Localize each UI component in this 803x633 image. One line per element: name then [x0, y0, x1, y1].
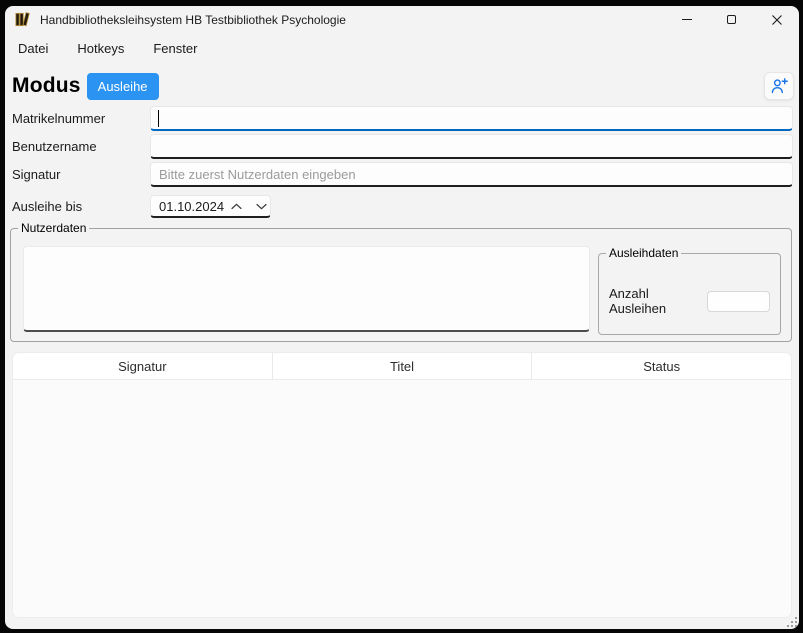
nutzerdaten-groupbox: Nutzerdaten Ausleihdaten Anzahl Ausleihe… [10, 228, 792, 342]
anzahl-ausleihen-input[interactable] [707, 291, 770, 312]
table-header: Signatur Titel Status [13, 353, 791, 380]
book-stack-icon [14, 11, 31, 28]
chevron-down-icon [256, 203, 267, 210]
form-row-matrikelnummer: Matrikelnummer [12, 106, 793, 131]
ausleihdaten-legend: Ausleihdaten [606, 246, 681, 261]
person-add-icon [769, 77, 789, 95]
loans-table: Signatur Titel Status [12, 352, 792, 618]
maximize-icon [727, 15, 736, 24]
date-spinner[interactable]: 01.10.2024 [150, 195, 271, 218]
signatur-label: Signatur [12, 167, 150, 182]
nutzerdaten-legend: Nutzerdaten [18, 221, 89, 236]
ausleihdaten-groupbox: Ausleihdaten Anzahl Ausleihen [598, 253, 781, 335]
mode-button-ausleihe[interactable]: Ausleihe [87, 73, 159, 100]
spin-down-button[interactable] [249, 197, 274, 216]
maximize-button[interactable] [709, 6, 754, 33]
window-title: Handbibliotheksleihsystem HB Testbibliot… [40, 13, 346, 27]
menu-item-hotkeys[interactable]: Hotkeys [77, 41, 124, 56]
app-icon [14, 11, 31, 28]
mode-row: Modus Ausleihe [12, 70, 794, 102]
app-window: Handbibliotheksleihsystem HB Testbibliot… [5, 6, 799, 629]
close-button[interactable] [754, 6, 799, 33]
window-controls [664, 6, 799, 33]
matrikelnummer-label: Matrikelnummer [12, 111, 150, 126]
minimize-icon [682, 19, 692, 20]
ausleihe-bis-label: Ausleihe bis [12, 199, 150, 214]
matrikelnummer-field [150, 106, 793, 131]
date-value: 01.10.2024 [151, 199, 224, 214]
column-header-signatur[interactable]: Signatur [13, 353, 273, 379]
signatur-field [150, 162, 793, 187]
text-caret [158, 110, 159, 127]
benutzername-label: Benutzername [12, 139, 150, 154]
anzahl-ausleihen-row: Anzahl Ausleihen [609, 286, 770, 316]
form-row-ausleihe-bis: Ausleihe bis 01.10.2024 [12, 195, 793, 218]
minimize-button[interactable] [664, 6, 709, 33]
spin-up-button[interactable] [224, 197, 249, 216]
signatur-input[interactable] [151, 163, 792, 185]
benutzername-input[interactable] [151, 135, 792, 157]
resize-grip[interactable] [786, 616, 797, 627]
close-icon [771, 14, 783, 26]
page-title: Modus [12, 74, 81, 98]
nutzerdaten-textarea[interactable] [23, 246, 590, 332]
menubar: Datei Hotkeys Fenster [5, 33, 799, 63]
spinner-buttons [224, 197, 274, 216]
chevron-up-icon [231, 203, 242, 210]
menu-item-fenster[interactable]: Fenster [153, 41, 197, 56]
column-header-status[interactable]: Status [532, 353, 791, 379]
form-row-benutzername: Benutzername [12, 134, 793, 159]
menu-item-datei[interactable]: Datei [18, 41, 48, 56]
benutzername-field [150, 134, 793, 159]
anzahl-ausleihen-label: Anzahl Ausleihen [609, 286, 707, 316]
matrikelnummer-input[interactable] [151, 107, 792, 129]
add-user-button[interactable] [764, 72, 794, 100]
screen: { "window": { "title": "Handbibliotheksl… [0, 0, 803, 633]
titlebar: Handbibliotheksleihsystem HB Testbibliot… [5, 6, 799, 33]
column-header-titel[interactable]: Titel [273, 353, 533, 379]
form-row-signatur: Signatur [12, 162, 793, 187]
table-body-empty [13, 380, 791, 617]
